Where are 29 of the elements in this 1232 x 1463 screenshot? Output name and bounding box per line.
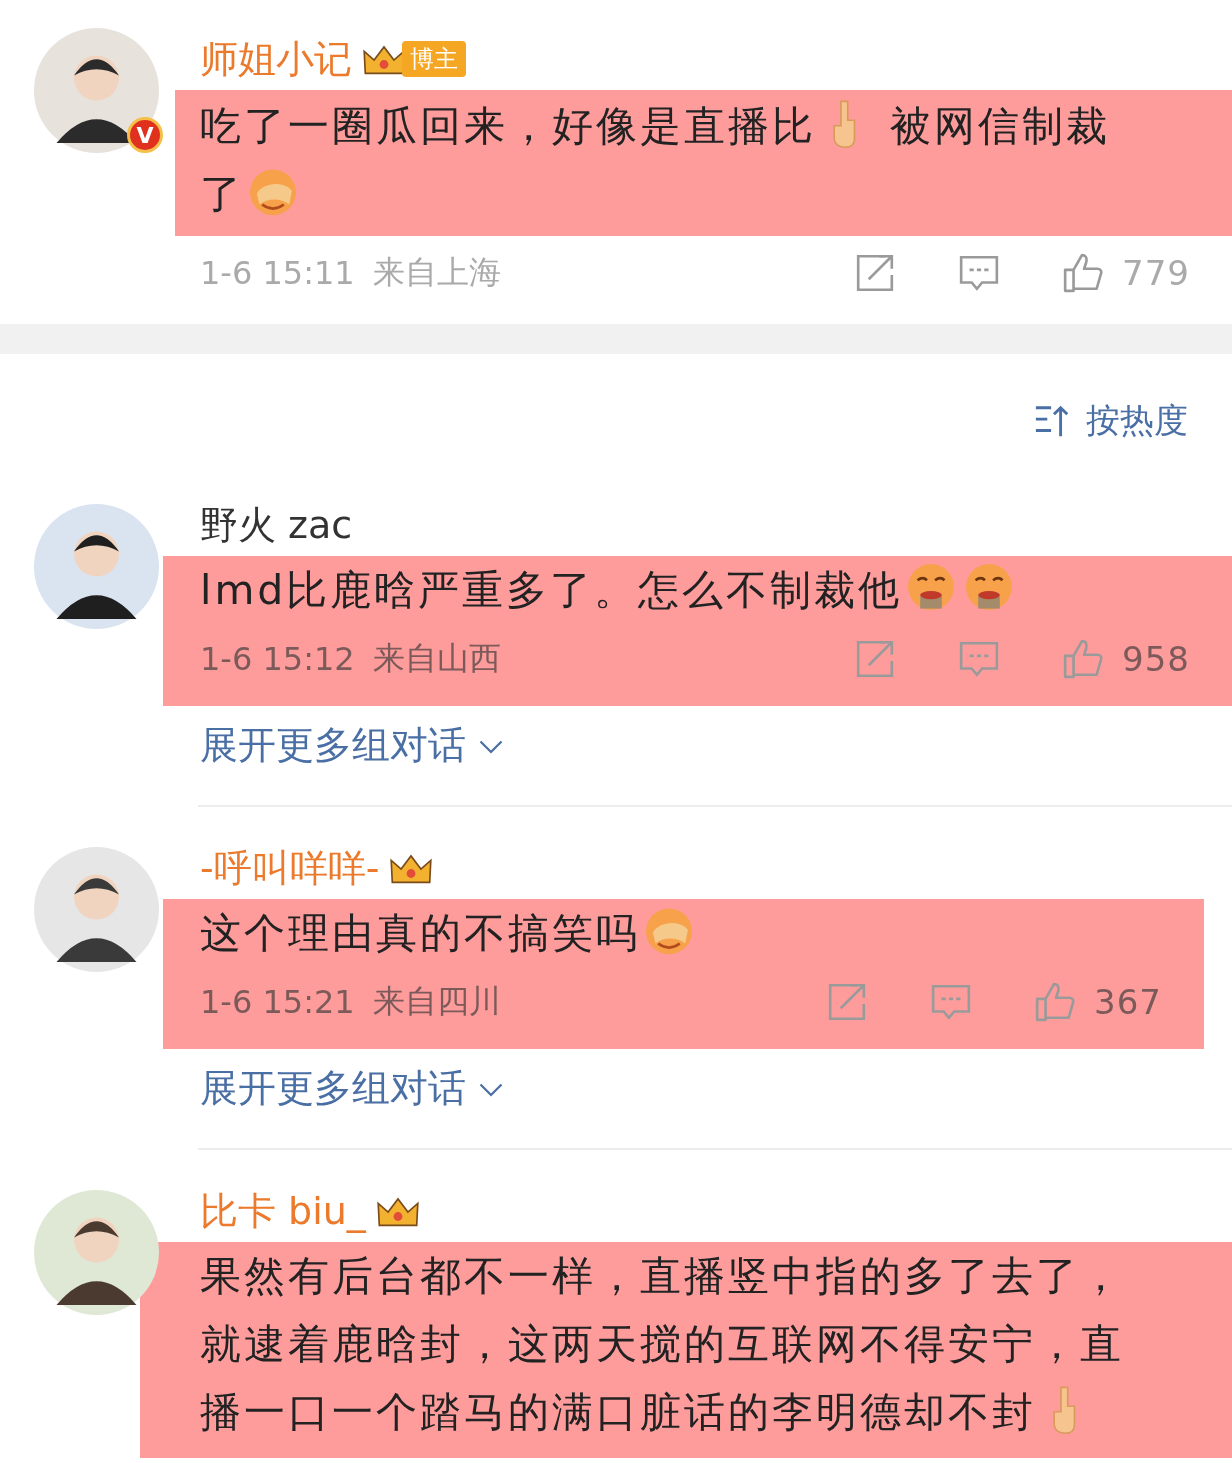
post-location: 来自山西 <box>372 638 501 679</box>
post-time: 1-6 15:12 <box>200 640 355 678</box>
like-count: 367 <box>1094 982 1162 1022</box>
comment-text: 这个理由真的不搞笑吗 <box>200 899 1150 967</box>
like-count: 958 <box>1122 639 1190 679</box>
sort-button[interactable]: 按热度 <box>1034 398 1188 444</box>
thumbs-up-icon[interactable] <box>1062 252 1105 294</box>
comment-text: lmd比鹿晗严重多了。怎么不制裁他 <box>200 556 1150 624</box>
thumbs-up-icon[interactable] <box>1062 638 1105 680</box>
thumbs-up-icon[interactable] <box>1034 981 1077 1023</box>
avatar-icon[interactable] <box>34 28 159 153</box>
verified-badge: V <box>127 117 163 153</box>
expand-replies-link[interactable]: 展开更多组对话 <box>200 720 506 771</box>
post-location: 来自四川 <box>372 981 501 1022</box>
expand-replies-link[interactable]: 展开更多组对话 <box>200 1063 506 1114</box>
avatar-icon[interactable] <box>34 504 159 629</box>
comment-text: 吃了一圈瓜回来，好像是直播比 被网信制裁了 <box>200 92 1150 228</box>
username[interactable]: 野火 zac <box>200 499 353 551</box>
post-location: 来自上海 <box>372 252 501 293</box>
avatar-icon[interactable] <box>34 847 159 972</box>
username[interactable]: -呼叫咩咩- <box>200 842 380 894</box>
comment-text: 果然有后台都不一样，直播竖中指的多了去了，就逮着鹿晗封，这两天搅的互联网不得安宁，直播一口一个踏马的满口脏话的李明德却不封 <box>200 1251 1125 1438</box>
username[interactable]: 比卡 biu_ <box>200 1185 366 1237</box>
avatar-icon[interactable] <box>34 1190 159 1315</box>
like-count: 779 <box>1122 253 1190 293</box>
post-time: 1-6 15:21 <box>200 983 355 1021</box>
post-time: 1-6 15:11 <box>200 254 355 292</box>
username[interactable]: 师姐小记 <box>200 33 352 85</box>
blogger-tag: 博主 <box>402 41 466 77</box>
